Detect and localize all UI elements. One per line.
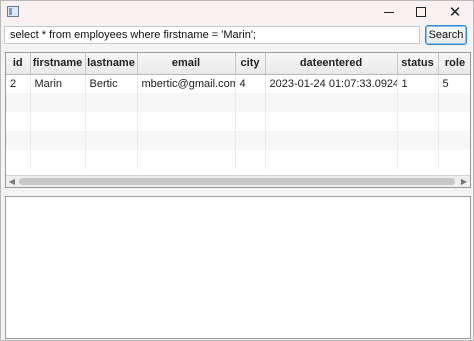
scroll-left-icon[interactable]: ◀	[8, 178, 16, 186]
query-input[interactable]	[4, 26, 420, 44]
empty-table-row	[6, 131, 470, 150]
empty-table-row	[6, 93, 470, 112]
empty-table-row	[6, 112, 470, 131]
column-header-role[interactable]: role	[438, 53, 470, 75]
table-header: id firstname lastname email city dateent…	[6, 53, 470, 75]
cell-email: mbertic@gmail.com	[137, 74, 236, 93]
cell-firstname: Marin	[30, 74, 86, 93]
minimize-button[interactable]	[373, 1, 405, 23]
cell-status: 1	[397, 74, 439, 93]
close-button[interactable]: ✕	[439, 1, 471, 23]
close-icon: ✕	[448, 2, 462, 21]
column-header-status[interactable]: status	[397, 53, 439, 75]
title-bar: ✕	[1, 1, 473, 23]
table-row[interactable]: 2 Marin Bertic mbertic@gmail.com 4 2023-…	[6, 74, 470, 93]
minimize-icon	[384, 11, 394, 13]
maximize-icon	[416, 7, 426, 17]
cell-role: 5	[438, 74, 470, 93]
cell-city: 4	[235, 74, 266, 93]
cell-dateentered: 2023-01-24 01:07:33.092438	[265, 74, 398, 93]
search-button[interactable]: Search	[425, 25, 467, 45]
app-icon	[7, 6, 19, 17]
scrollbar-thumb[interactable]	[19, 178, 455, 185]
maximize-button[interactable]	[405, 1, 437, 23]
column-header-email[interactable]: email	[137, 53, 236, 75]
empty-table-row	[6, 150, 470, 169]
results-table[interactable]: id firstname lastname email city dateent…	[5, 52, 471, 188]
column-header-dateentered[interactable]: dateentered	[265, 53, 398, 75]
column-header-firstname[interactable]: firstname	[30, 53, 86, 75]
column-header-lastname[interactable]: lastname	[85, 53, 138, 75]
cell-id: 2	[6, 74, 31, 93]
column-header-id[interactable]: id	[6, 53, 31, 75]
cell-lastname: Bertic	[85, 74, 138, 93]
scroll-right-icon[interactable]: ▶	[460, 178, 468, 186]
column-header-city[interactable]: city	[235, 53, 266, 75]
app-window: ✕ Search id firstname lastname email cit…	[0, 0, 474, 341]
horizontal-scrollbar[interactable]: ◀ ▶	[6, 175, 470, 187]
output-textarea[interactable]	[5, 196, 471, 339]
